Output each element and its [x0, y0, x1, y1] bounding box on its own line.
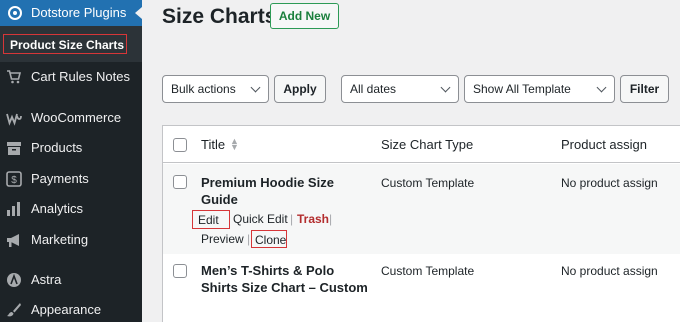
bulk-actions-value: Bulk actions: [171, 82, 236, 96]
select-all-checkbox[interactable]: [173, 138, 187, 152]
chevron-down-icon: [250, 82, 261, 93]
table-row: Premium Hoodie Size Guide Custom Templat…: [163, 164, 680, 254]
action-separator: |: [329, 212, 333, 226]
sidebar-item-label: Cart Rules Notes: [31, 69, 130, 84]
sidebar-item-label: WooCommerce: [31, 110, 122, 125]
sidebar-item-astra[interactable]: Astra: [0, 268, 142, 292]
row-title-line: Guide: [201, 192, 238, 207]
row-title-link[interactable]: Men’s T-Shirts & Polo Shirts Size Chart …: [201, 262, 368, 296]
current-menu-arrow-icon: [135, 7, 142, 19]
template-value: Show All Template: [473, 82, 571, 96]
chevron-down-icon: [596, 82, 607, 93]
row-title-line: Shirts Size Chart – Custom: [201, 280, 368, 295]
bar-chart-icon: [6, 201, 22, 217]
sidebar-submenu: Product Size Charts: [0, 26, 142, 62]
main-content: Size Charts Add New Bulk actions Apply A…: [142, 0, 680, 322]
dates-value: All dates: [350, 82, 397, 96]
sidebar-item-cart-rules-notes[interactable]: Cart Rules Notes: [0, 65, 142, 89]
sidebar-item-label: Analytics: [31, 201, 84, 216]
trash-link[interactable]: Trash: [297, 212, 329, 226]
sidebar-item-products[interactable]: Products: [0, 136, 142, 160]
preview-link[interactable]: Preview: [201, 232, 244, 246]
sidebar-item-label: Appearance: [31, 302, 102, 317]
row-title-line: Premium Hoodie Size: [201, 175, 334, 190]
astra-icon: [6, 272, 22, 288]
apply-button[interactable]: Apply: [274, 75, 326, 103]
quick-edit-link[interactable]: Quick Edit: [233, 212, 288, 226]
sidebar-item-analytics[interactable]: Analytics: [0, 197, 142, 221]
template-select[interactable]: Show All Template: [464, 75, 615, 103]
row-type: Custom Template: [381, 264, 475, 278]
admin-sidebar: Dotstore Plugins Product Size Charts Car…: [0, 0, 142, 322]
cart-icon: [6, 69, 22, 85]
archive-icon: [6, 140, 22, 156]
add-new-button[interactable]: Add New: [270, 3, 339, 29]
page-title: Size Charts: [162, 5, 277, 28]
column-product-assign: Product assign: [561, 137, 647, 152]
sort-icon[interactable]: ▲ ▼: [230, 137, 239, 152]
row-checkbox[interactable]: [173, 175, 187, 189]
clone-link[interactable]: Clone: [251, 230, 287, 248]
filter-button[interactable]: Filter: [620, 75, 669, 103]
row-title-line: Men’s T-Shirts & Polo: [201, 263, 335, 278]
sidebar-item-label: Products: [31, 140, 83, 155]
sidebar-item-appearance[interactable]: Appearance: [0, 298, 142, 322]
sidebar-item-payments[interactable]: $ Payments: [0, 167, 142, 191]
table-header: Title ▲ ▼ Size Chart Type Product assign: [163, 126, 680, 163]
dates-select[interactable]: All dates: [341, 75, 459, 103]
brush-icon: [6, 302, 22, 318]
table-row: Men’s T-Shirts & Polo Shirts Size Chart …: [163, 254, 680, 322]
bulk-actions-select[interactable]: Bulk actions: [162, 75, 269, 103]
dotstore-icon: [8, 6, 22, 20]
edit-link[interactable]: Edit: [192, 210, 230, 229]
woocommerce-icon: [6, 110, 22, 126]
size-charts-table: Title ▲ ▼ Size Chart Type Product assign …: [162, 125, 680, 322]
row-type: Custom Template: [381, 176, 475, 190]
sidebar-item-dotstore-plugins[interactable]: Dotstore Plugins: [0, 0, 142, 26]
sidebar-item-label: Marketing: [31, 232, 89, 247]
row-assign: No product assign: [561, 264, 658, 278]
action-separator: |: [290, 212, 294, 226]
megaphone-icon: [6, 232, 22, 248]
column-size-chart-type: Size Chart Type: [381, 137, 474, 152]
row-checkbox[interactable]: [173, 264, 187, 278]
row-assign: No product assign: [561, 176, 658, 190]
action-separator: |: [247, 232, 251, 246]
sidebar-item-woocommerce[interactable]: WooCommerce: [0, 106, 142, 130]
sidebar-item-marketing[interactable]: Marketing: [0, 228, 142, 252]
sidebar-item-label: Astra: [31, 272, 62, 287]
row-title-link[interactable]: Premium Hoodie Size Guide: [201, 174, 334, 208]
sidebar-item-label: Dotstore Plugins: [31, 5, 127, 20]
chevron-down-icon: [440, 82, 451, 93]
submenu-item-product-size-charts[interactable]: Product Size Charts: [3, 34, 127, 54]
svg-text:$: $: [11, 175, 17, 186]
column-title[interactable]: Title: [201, 137, 225, 152]
dollar-icon: $: [6, 171, 22, 187]
sidebar-item-label: Payments: [31, 171, 89, 186]
